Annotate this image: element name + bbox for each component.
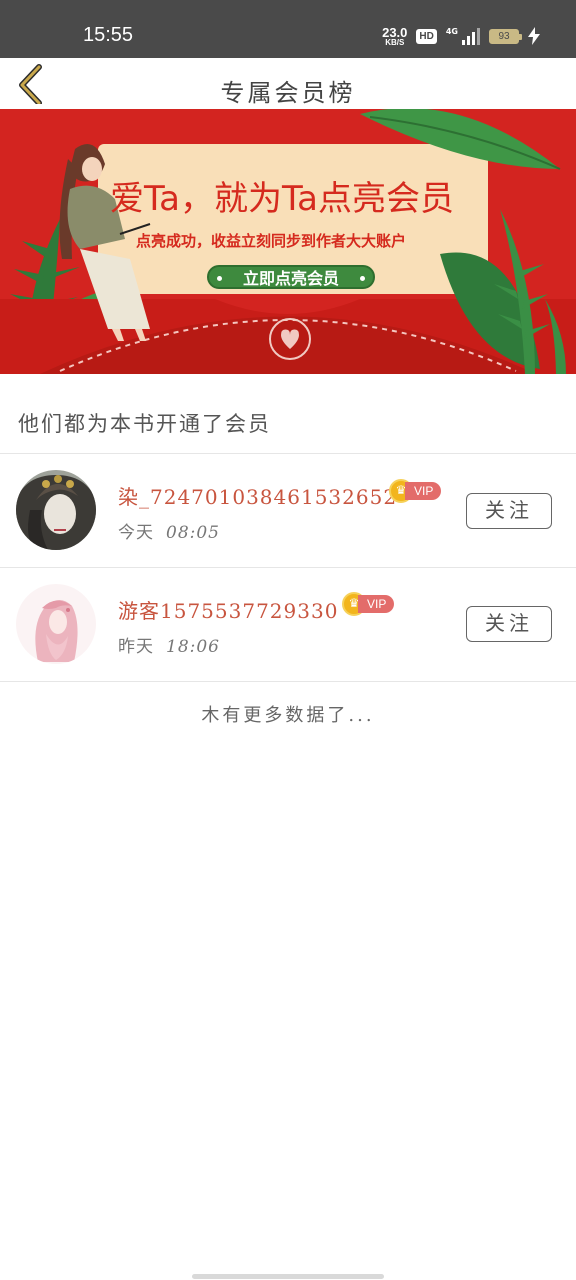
- member-day: 昨天: [118, 637, 154, 657]
- home-indicator[interactable]: [192, 1274, 384, 1279]
- avatar-image: [16, 470, 96, 550]
- vip-badge: ♛ VIP: [342, 592, 394, 616]
- banner-subtitle: 点亮成功，收益立刻同步到作者大大账户: [136, 232, 407, 250]
- header: 专属会员榜: [0, 58, 576, 109]
- member-day: 今天: [118, 523, 154, 543]
- member-name[interactable]: 游客1575537729330: [118, 595, 338, 624]
- avatar[interactable]: [16, 470, 96, 550]
- battery-level: 93: [498, 30, 510, 42]
- network-type: 4G: [445, 27, 458, 36]
- member-name[interactable]: 染_724701038461532652: [118, 481, 397, 510]
- divider: [0, 681, 576, 682]
- vip-badge: ♛ VIP: [389, 479, 441, 503]
- member-open-time: 昨天 18:06: [118, 632, 220, 657]
- avatar[interactable]: [16, 584, 96, 664]
- hd-icon: HD: [416, 28, 437, 44]
- battery-icon: 93: [489, 28, 522, 44]
- status-bar: 15:55 23.0 KB/S HD 4G 93: [0, 0, 576, 58]
- signal-icon: 4G: [446, 27, 480, 45]
- network-speed-unit: KB/S: [385, 37, 405, 47]
- network-speed: 23.0 KB/S: [382, 26, 407, 47]
- member-row[interactable]: 染_724701038461532652 ♛ VIP 今天 08:05 关注: [0, 454, 576, 567]
- light-up-membership-button[interactable]: 立即点亮会员: [207, 265, 375, 289]
- banner-title: 爱Ta，就为Ta点亮会员: [110, 179, 454, 219]
- member-open-time: 今天 08:05: [118, 518, 220, 543]
- membership-banner[interactable]: 爱Ta，就为Ta点亮会员 点亮成功，收益立刻同步到作者大大账户 立即点亮会员: [0, 109, 576, 374]
- section-title: 他们都为本书开通了会员: [18, 412, 271, 436]
- page-title: 专属会员榜: [220, 79, 356, 107]
- vip-label: VIP: [358, 595, 394, 613]
- vip-label: VIP: [405, 482, 441, 500]
- status-time: 15:55: [83, 24, 134, 46]
- member-time-value: 08:05: [166, 523, 220, 543]
- member-time-value: 18:06: [166, 637, 220, 657]
- network-speed-value: 23.0: [382, 24, 408, 40]
- avatar-image: [16, 584, 96, 664]
- follow-button[interactable]: 关注: [466, 493, 552, 529]
- charging-icon: [528, 27, 540, 45]
- status-icons: 23.0 KB/S HD 4G 93: [382, 24, 540, 48]
- follow-button[interactable]: 关注: [466, 606, 552, 642]
- member-row[interactable]: 游客1575537729330 ♛ VIP 昨天 18:06 关注: [0, 568, 576, 681]
- no-more-data-text: 木有更多数据了...: [201, 705, 375, 726]
